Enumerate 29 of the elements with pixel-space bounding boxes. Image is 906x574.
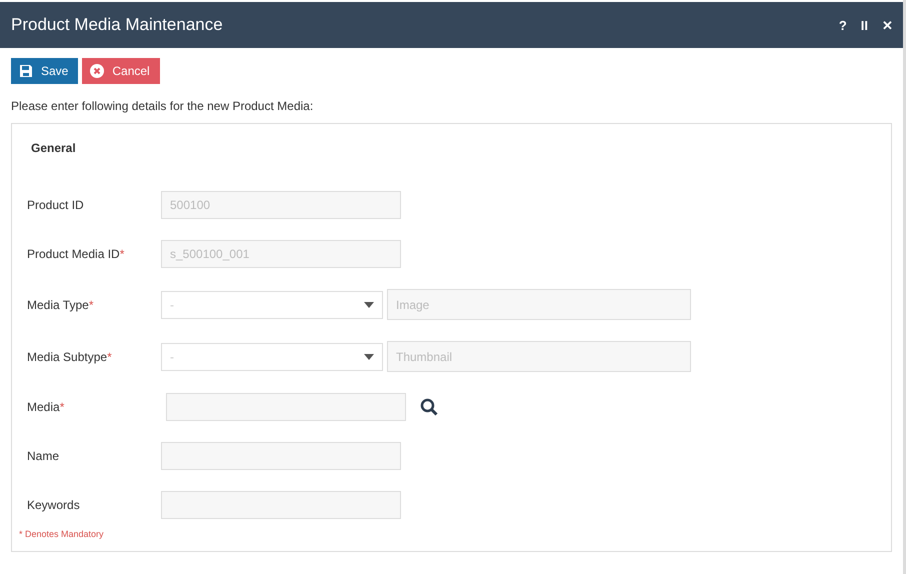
- close-circle-icon: [90, 64, 104, 78]
- window-title: Product Media Maintenance: [11, 15, 224, 35]
- field-label: Media Subtype*: [27, 350, 113, 364]
- field-label: Media*: [27, 400, 66, 414]
- input-field[interactable]: Thumbnail: [387, 341, 691, 372]
- mandatory-note: * Denotes Mandatory: [19, 529, 105, 539]
- field-label: Product Media ID*: [27, 247, 126, 261]
- input-field[interactable]: [161, 442, 401, 470]
- section-title: General: [31, 141, 76, 155]
- cancel-button[interactable]: Cancel: [82, 58, 160, 84]
- field-label: Keywords: [27, 498, 81, 512]
- input-field[interactable]: Image: [387, 289, 691, 320]
- field-label: Product ID: [27, 198, 85, 212]
- input-field[interactable]: [166, 393, 406, 421]
- input-field[interactable]: [161, 491, 401, 519]
- title-bar-button[interactable]: ?: [838, 18, 847, 32]
- title-bar-button[interactable]: ✕: [882, 18, 893, 32]
- search-icon[interactable]: [420, 398, 438, 416]
- dropdown[interactable]: -: [161, 342, 383, 370]
- dropdown-arrow-icon: [364, 302, 374, 308]
- field-label: Name: [27, 449, 60, 463]
- dropdown-arrow-icon: [364, 354, 374, 360]
- input-field[interactable]: s_500100_001: [161, 240, 401, 268]
- instruction-text: Please enter following details for the new Product Media:: [11, 99, 314, 113]
- save-button[interactable]: Save: [11, 58, 78, 84]
- input-field[interactable]: 500100: [161, 191, 401, 219]
- dropdown[interactable]: -: [161, 290, 383, 318]
- title-bar-button[interactable]: II: [860, 18, 868, 32]
- field-label: Media Type*: [27, 298, 94, 312]
